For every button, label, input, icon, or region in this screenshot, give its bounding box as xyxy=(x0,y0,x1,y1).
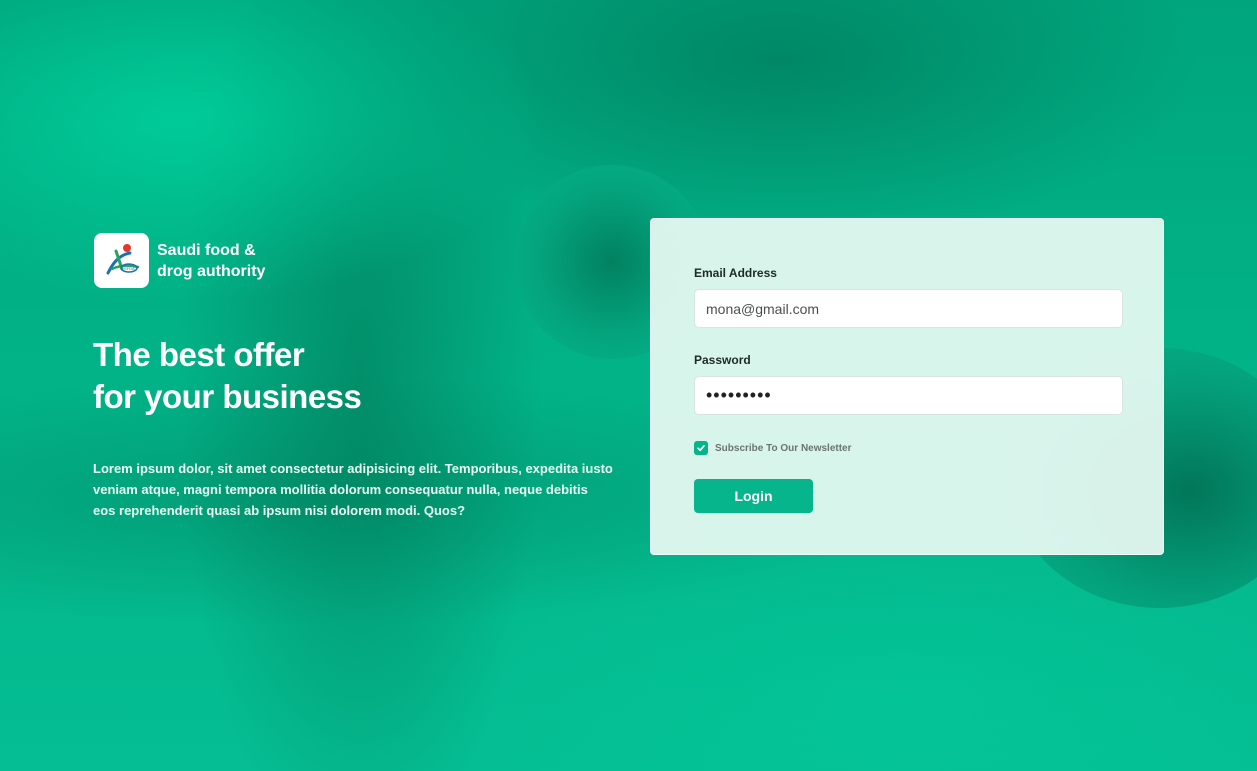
hero-description: Lorem ipsum dolor, sit amet consectetur … xyxy=(93,461,613,518)
email-field[interactable] xyxy=(694,289,1123,328)
brand-name: Saudi food & drog authority xyxy=(157,240,287,282)
sfda-logo: SFDA xyxy=(94,233,149,288)
hero-title-line2: for your business xyxy=(93,378,362,415)
email-label: Email Address xyxy=(694,266,777,280)
password-field[interactable] xyxy=(694,376,1123,415)
brand-name-line1: Saudi food & xyxy=(157,241,256,259)
login-button[interactable]: Login xyxy=(694,479,813,513)
hero-title: The best offer for your business xyxy=(93,334,362,418)
hero-title-line1: The best offer xyxy=(93,336,305,373)
newsletter-label: Subscribe To Our Newsletter xyxy=(715,442,852,454)
check-icon xyxy=(697,445,705,452)
sfda-logo-icon: SFDA xyxy=(106,243,139,274)
newsletter-checkbox[interactable] xyxy=(694,441,708,455)
svg-text:SFDA: SFDA xyxy=(124,266,135,271)
password-label: Password xyxy=(694,353,751,367)
login-card: Email Address Password Subscribe To Our … xyxy=(650,218,1164,555)
brand: SFDA Saudi food & drog authority xyxy=(94,233,287,288)
newsletter-row[interactable]: Subscribe To Our Newsletter xyxy=(694,441,852,455)
brand-name-line2: drog authority xyxy=(157,262,266,280)
